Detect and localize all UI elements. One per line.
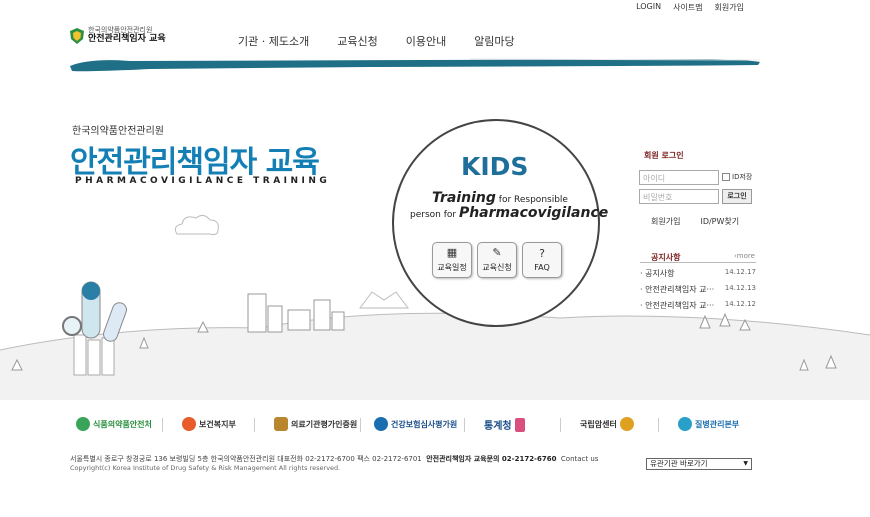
nav-guide[interactable]: 이용안내: [406, 33, 446, 49]
notice-item[interactable]: · 공지사항 14.12.17: [640, 268, 756, 279]
notice-divider: [640, 262, 756, 263]
site-logo[interactable]: 한국의약품안전관리원 안전관리책임자 교육: [70, 26, 166, 45]
kids-title: KIDS: [461, 152, 529, 181]
main-nav: 기관 · 제도소개 교육신청 이용안내 알림마당: [238, 33, 515, 49]
notice-item[interactable]: · 안전관리책임자 교··· 14.12.13: [640, 284, 756, 295]
id-save-checkbox[interactable]: ID저장: [722, 172, 752, 182]
checkbox-icon[interactable]: [722, 173, 730, 181]
join-link[interactable]: 회원가입: [715, 2, 744, 13]
partner-koiha[interactable]: 의료기관평가인증원: [274, 417, 357, 431]
partner-kostat[interactable]: 통계청: [484, 417, 525, 432]
faq-button[interactable]: ? FAQ: [522, 242, 562, 278]
calendar-icon: ▦: [446, 246, 458, 259]
partner-mohw[interactable]: 보건복지부: [182, 417, 236, 431]
ncc-logo-icon: [619, 417, 634, 431]
kcdc-logo-icon: [678, 417, 692, 431]
cloud-illustration: [174, 214, 219, 235]
partner-kcdc[interactable]: 질병관리본부: [678, 417, 739, 431]
utility-bar: LOGIN 사이트맵 회원가입: [636, 2, 744, 13]
join-link-2[interactable]: 회원가입: [651, 216, 680, 227]
footer-contact: 안전관리책임자 교육문의 02-2172-6760: [426, 455, 557, 463]
nav-notice[interactable]: 알림마당: [474, 33, 514, 49]
logo-org: 한국의약품안전관리원: [88, 26, 153, 34]
mohw-logo-icon: [182, 417, 196, 431]
mfds-logo-icon: [76, 417, 90, 431]
koiha-logo-icon: [274, 417, 288, 431]
id-input[interactable]: 아이디: [639, 170, 719, 185]
notice-item[interactable]: · 안전관리책임자 교··· 14.12.12: [640, 300, 756, 311]
nav-about[interactable]: 기관 · 제도소개: [238, 33, 309, 49]
apply-button[interactable]: ✎ 교육신청: [477, 242, 517, 278]
question-icon: ?: [539, 247, 545, 260]
partner-mfds[interactable]: 식품의약품안전처: [76, 417, 152, 431]
kids-circle: [392, 119, 600, 327]
kids-tagline-2: person for Pharmacovigilance: [410, 205, 609, 221]
kostat-logo-icon: [514, 417, 525, 432]
pencil-icon: ✎: [492, 246, 502, 259]
hero-title: 안전관리책임자 교육: [70, 145, 320, 180]
schedule-button[interactable]: ▦ 교육일정: [432, 242, 472, 278]
nav-apply[interactable]: 교육신청: [337, 33, 377, 49]
partner-ncc[interactable]: 국립암센터: [580, 417, 634, 431]
logo-title: 안전관리책임자 교육: [88, 34, 166, 44]
partner-divider: [360, 418, 361, 432]
footer-copyright: Copyright(c) Korea Institute of Drug Saf…: [70, 464, 341, 472]
sitemap-link[interactable]: 사이트맵: [673, 2, 702, 13]
partner-hira[interactable]: 건강보험심사평가원: [374, 417, 457, 431]
find-id-pw-link[interactable]: ID/PW찾기: [700, 216, 739, 227]
hira-logo-icon: [374, 417, 388, 431]
login-button[interactable]: 로그인: [722, 189, 752, 204]
kids-tagline-1: Training for Responsible: [432, 190, 568, 206]
hero-org: 한국의약품안전관리원: [72, 126, 164, 137]
notice-more-link[interactable]: ›more: [734, 252, 755, 260]
partner-divider: [560, 418, 561, 432]
related-site-select[interactable]: 유관기관 바로가기 ▼: [646, 458, 752, 470]
login-link[interactable]: LOGIN: [636, 2, 661, 13]
partner-divider: [464, 418, 465, 432]
login-title: 회원 로그인: [644, 151, 684, 160]
chevron-down-icon: ▼: [743, 460, 748, 467]
partner-divider: [162, 418, 163, 432]
footer-address: 서울특별시 종로구 창경궁로 136 보령빌딩 5층 한국의약품안전관리원 대표…: [70, 455, 599, 463]
contact-us-link[interactable]: Contact us: [561, 455, 599, 463]
hero-subtitle: PHARMACOVIGILANCE TRAINING: [75, 176, 331, 186]
partner-divider: [254, 418, 255, 432]
password-input[interactable]: 비밀번호: [639, 189, 719, 204]
partner-divider: [658, 418, 659, 432]
login-links: 회원가입 ID/PW찾기: [651, 216, 739, 227]
shield-logo-icon: [70, 27, 84, 44]
brush-stroke-divider: [70, 58, 760, 72]
